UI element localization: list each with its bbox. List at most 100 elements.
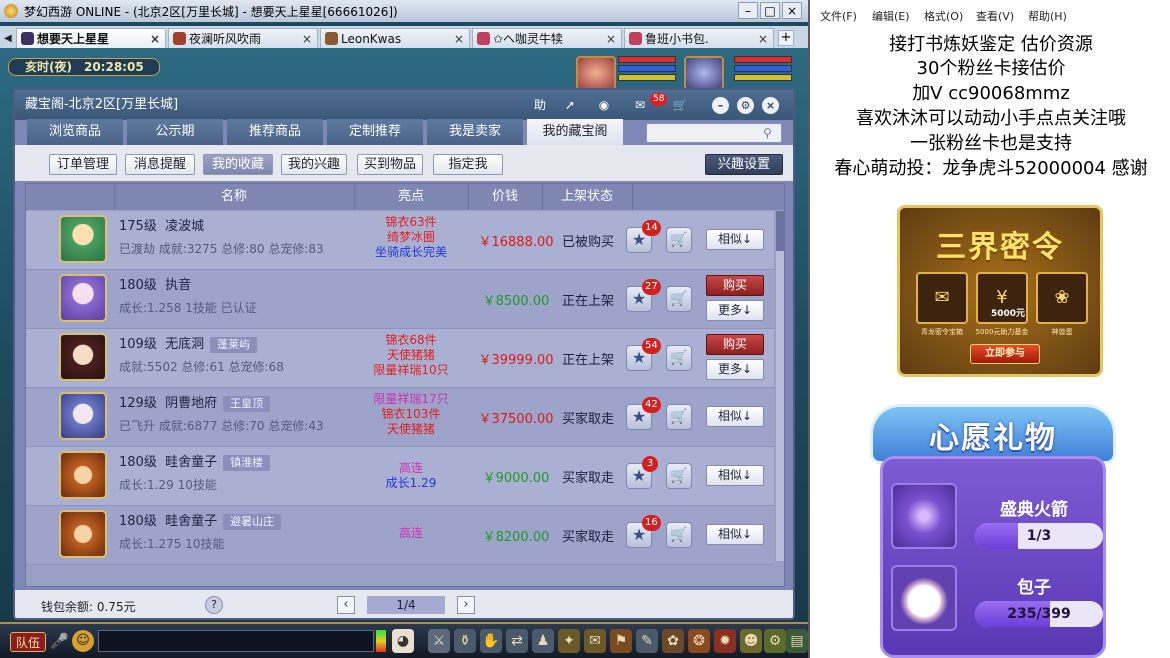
help-icon[interactable]: ? (205, 596, 223, 614)
tab-seller[interactable]: 我是卖家 (427, 119, 523, 145)
menu-format[interactable]: 格式(O) (924, 8, 963, 24)
search-icon[interactable]: ⚲ (763, 126, 777, 140)
close-icon[interactable]: × (606, 29, 616, 48)
attack-icon[interactable]: ⚔ (428, 629, 450, 653)
cart-icon[interactable]: 🛒 (666, 286, 692, 312)
give-icon[interactable]: ✋ (480, 629, 502, 653)
wish-gift-card: 心愿礼物 盛典火箭 1/3 包子 235/399 (870, 404, 1116, 658)
microphone-icon[interactable]: 🎤 (50, 630, 69, 652)
item-icon[interactable]: ⚱ (454, 629, 476, 653)
table-scrollbar[interactable] (776, 211, 784, 561)
tab-scroll-left-icon[interactable]: ◀ (4, 30, 16, 48)
subtab-purchased[interactable]: 买到物品 (357, 154, 423, 175)
item-level: 180级 (119, 455, 157, 470)
close-icon[interactable]: × (762, 97, 779, 114)
gang-icon[interactable]: ⚑ (610, 629, 632, 653)
table-row[interactable]: 175级 凌波城 已渡劫 成就:3275 总修:80 总宠修:83 锦衣63件 … (26, 211, 774, 270)
similar-button[interactable]: 相似↓ (706, 465, 764, 486)
chat-input[interactable] (98, 630, 374, 652)
interest-settings-button[interactable]: 兴趣设置 (705, 154, 783, 175)
settings-icon[interactable]: ⚙ (737, 97, 754, 114)
subtab-notifications[interactable]: 消息提醒 (125, 154, 195, 175)
tab-character-1[interactable]: 想要天上星星 × (16, 28, 166, 48)
cart-icon[interactable]: 🛒 (666, 522, 692, 548)
record-icon[interactable]: ◉ (593, 95, 615, 115)
tab-character-4[interactable]: ✩ヘ咖灵牛犊 × (472, 28, 622, 48)
cart-icon[interactable]: 🛒 (666, 404, 692, 430)
mall-icon[interactable]: ✿ (662, 629, 684, 653)
close-button[interactable]: × (782, 2, 802, 19)
player-portrait[interactable] (684, 56, 724, 90)
menu-view[interactable]: 查看(V) (976, 8, 1014, 24)
new-tab-button[interactable]: + (778, 30, 794, 46)
close-icon[interactable]: × (454, 29, 464, 48)
more-button[interactable]: 更多↓ (706, 359, 764, 380)
tab-public-period[interactable]: 公示期 (127, 119, 223, 145)
minimize-button[interactable]: – (738, 2, 758, 19)
next-page-button[interactable]: › (457, 596, 475, 614)
table-row[interactable]: 180级 畦舍童子 避暑山庄 成长:1.275 10技能 高连 ￥8200.00 … (26, 506, 774, 565)
subtab-favorites[interactable]: 我的收藏 (203, 154, 273, 175)
maximize-button[interactable]: □ (760, 2, 780, 19)
cart-icon[interactable]: 🛒 (666, 463, 692, 489)
close-icon[interactable]: × (150, 29, 160, 48)
pet-icon[interactable]: ✦ (558, 629, 580, 653)
similar-button[interactable]: 相似↓ (706, 524, 764, 545)
emoji-icon[interactable]: ☺ (72, 630, 94, 652)
activity-icon[interactable]: ❂ (688, 629, 710, 653)
share-icon[interactable]: ➚ (559, 95, 581, 115)
similar-button[interactable]: 相似↓ (706, 406, 764, 427)
tab-label: ✩ヘ咖灵牛犊 (493, 32, 564, 46)
trade-icon[interactable]: ⇄ (506, 629, 528, 653)
message-icon[interactable]: ✉ (629, 95, 651, 115)
tab-my-treasure[interactable]: 我的藏宝阁 (527, 119, 623, 145)
subtab-assigned[interactable]: 指定我 (433, 154, 503, 175)
table-row[interactable]: 129级 阴曹地府 王皇顶 已飞升 成就:6877 总修:70 总宠修:43 限量… (26, 388, 774, 447)
table-row[interactable]: 109级 无底洞 蓬莱屿 成就:5502 总修:61 总宠修:68 锦衣68件 天… (26, 329, 774, 388)
pet-quick-icon[interactable]: ◕ (392, 629, 414, 653)
team-icon[interactable]: ♟ (532, 629, 554, 653)
search-input[interactable]: ⚲ (646, 123, 782, 143)
subtab-interests[interactable]: 我的兴趣 (281, 154, 347, 175)
menu-edit[interactable]: 编辑(E) (872, 8, 910, 24)
cart-icon[interactable]: 🛒 (666, 345, 692, 371)
table-row[interactable]: 180级 畦舍童子 镇淮楼 成长:1.29 10技能 高连 成长1.29 ￥900… (26, 447, 774, 506)
cart-icon[interactable]: 🛒 (666, 227, 692, 253)
tab-character-5[interactable]: 鲁班小书包. × (624, 28, 774, 48)
subtab-orders[interactable]: 订单管理 (49, 154, 117, 175)
cart-icon[interactable]: 🛒 (669, 95, 691, 115)
tab-character-3[interactable]: LeonKwas × (320, 28, 470, 48)
menu-help[interactable]: 帮助(H) (1028, 8, 1067, 24)
server-tag: 蓬莱屿 (210, 337, 258, 353)
join-now-button[interactable]: 立即参与 (970, 344, 1040, 364)
skill-icon[interactable]: ✎ (636, 629, 658, 653)
team-button[interactable]: 队伍 (10, 632, 46, 652)
more-button[interactable]: 更多↓ (706, 300, 764, 321)
close-icon[interactable]: × (758, 29, 768, 48)
pet-status-bars (618, 56, 676, 90)
tab-character-2[interactable]: 夜澜听风吹雨 × (168, 28, 318, 48)
event-icon[interactable]: ✹ (714, 629, 736, 653)
sanjie-token-card[interactable]: 三界密令 ✉ ¥ 5000元 ❀ 青龙密令宝箱 5000元助力基金 神兽蛋 立即… (897, 205, 1103, 377)
tab-custom-recommend[interactable]: 定制推荐 (327, 119, 423, 145)
game-clock: 亥时(夜) 20:28:05 (8, 58, 160, 76)
quest-icon[interactable]: ✉ (584, 629, 606, 653)
scrollbar-thumb[interactable] (776, 211, 784, 251)
table-row[interactable]: 180级 执音 成长:1.258 1技能 已认证 ￥8500.00 正在上架 ★… (26, 270, 774, 329)
friends-icon[interactable]: ☻ (740, 629, 762, 653)
system-icon[interactable]: ⚙ (764, 629, 786, 653)
buy-button[interactable]: 购买 (706, 275, 764, 296)
map-icon[interactable]: ▤ (786, 629, 808, 653)
minimize-icon[interactable]: – (712, 97, 729, 114)
buy-button[interactable]: 购买 (706, 334, 764, 355)
prev-page-button[interactable]: ‹ (337, 596, 355, 614)
help-button[interactable]: 助 (529, 95, 551, 115)
tab-recommended[interactable]: 推荐商品 (227, 119, 323, 145)
similar-button[interactable]: 相似↓ (706, 229, 764, 250)
fund-amount: 5000元 (990, 309, 1026, 319)
main-tab-bar: 浏览商品 公示期 推荐商品 定制推荐 我是卖家 我的藏宝阁 (27, 119, 627, 145)
tab-browse[interactable]: 浏览商品 (27, 119, 123, 145)
menu-file[interactable]: 文件(F) (820, 8, 857, 24)
pet-portrait[interactable] (576, 56, 616, 90)
close-icon[interactable]: × (302, 29, 312, 48)
